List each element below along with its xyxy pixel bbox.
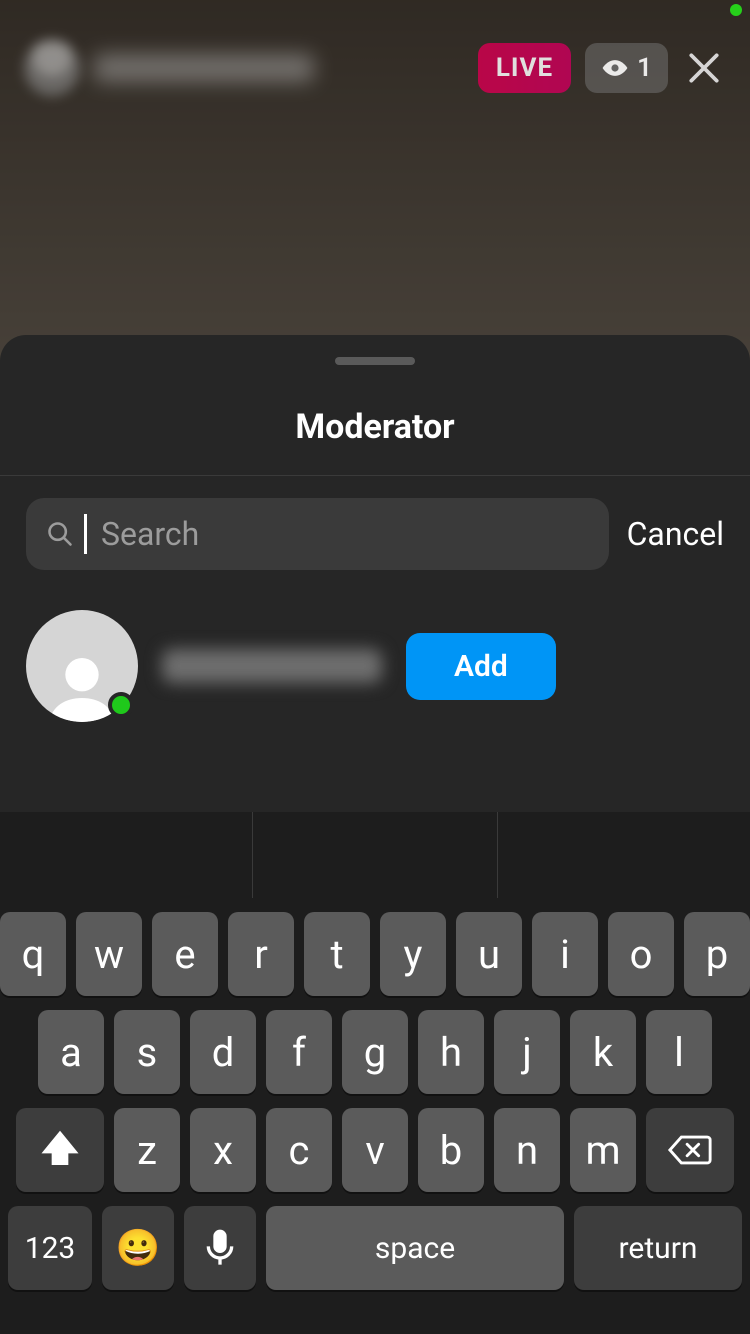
suggestion-bar	[8, 812, 742, 898]
result-username[interactable]	[162, 649, 382, 683]
eye-icon	[601, 59, 629, 77]
dictation-key[interactable]	[184, 1206, 256, 1290]
sheet-grabber[interactable]	[335, 357, 415, 365]
key-j[interactable]: j	[494, 1010, 560, 1094]
camera-indicator-dot	[730, 4, 742, 16]
search-input[interactable]	[101, 515, 589, 553]
key-p[interactable]: p	[684, 912, 750, 996]
key-i[interactable]: i	[532, 912, 598, 996]
key-o[interactable]: o	[608, 912, 674, 996]
close-icon	[685, 49, 723, 87]
key-r[interactable]: r	[228, 912, 294, 996]
suggestion-3[interactable]	[498, 812, 742, 898]
cancel-button[interactable]: Cancel	[627, 515, 724, 553]
shift-icon	[40, 1130, 80, 1170]
broadcaster-username[interactable]	[94, 54, 314, 82]
key-g[interactable]: g	[342, 1010, 408, 1094]
key-n[interactable]: n	[494, 1108, 560, 1192]
key-h[interactable]: h	[418, 1010, 484, 1094]
key-d[interactable]: d	[190, 1010, 256, 1094]
result-avatar[interactable]	[26, 610, 138, 722]
mic-icon	[200, 1228, 240, 1268]
key-f[interactable]: f	[266, 1010, 332, 1094]
key-q[interactable]: q	[0, 912, 66, 996]
text-cursor	[84, 514, 87, 554]
backspace-key[interactable]	[646, 1108, 734, 1192]
sheet-title: Moderator	[0, 407, 750, 447]
backspace-icon	[667, 1132, 713, 1168]
close-button[interactable]	[682, 46, 726, 90]
broadcaster-avatar[interactable]	[24, 40, 80, 96]
key-k[interactable]: k	[570, 1010, 636, 1094]
key-v[interactable]: v	[342, 1108, 408, 1192]
numbers-key[interactable]: 123	[8, 1206, 92, 1290]
search-box[interactable]	[26, 498, 609, 570]
online-indicator-icon	[108, 692, 134, 718]
key-l[interactable]: l	[646, 1010, 712, 1094]
add-button[interactable]: Add	[406, 633, 556, 700]
return-key[interactable]: return	[574, 1206, 742, 1290]
search-icon	[46, 520, 74, 548]
space-key[interactable]: space	[266, 1206, 564, 1290]
viewer-count-badge[interactable]: 1	[585, 43, 668, 93]
shift-key[interactable]	[16, 1108, 104, 1192]
key-t[interactable]: t	[304, 912, 370, 996]
live-badge: LIVE	[478, 43, 571, 93]
viewer-count-value: 1	[637, 53, 652, 83]
key-y[interactable]: y	[380, 912, 446, 996]
key-s[interactable]: s	[114, 1010, 180, 1094]
result-row: Add	[0, 592, 750, 740]
key-u[interactable]: u	[456, 912, 522, 996]
live-topbar: LIVE 1	[0, 36, 750, 100]
keyboard: qwertyuiop asdfghjkl zxcvbnm 123 😀 space…	[0, 812, 750, 1334]
suggestion-1[interactable]	[8, 812, 253, 898]
key-c[interactable]: c	[266, 1108, 332, 1192]
key-z[interactable]: z	[114, 1108, 180, 1192]
suggestion-2[interactable]	[253, 812, 498, 898]
emoji-key[interactable]: 😀	[102, 1206, 174, 1290]
search-row: Cancel	[0, 476, 750, 592]
key-b[interactable]: b	[418, 1108, 484, 1192]
key-m[interactable]: m	[570, 1108, 636, 1192]
key-e[interactable]: e	[152, 912, 218, 996]
live-video-background: LIVE 1 Moderator Cancel	[0, 0, 750, 1334]
key-w[interactable]: w	[76, 912, 142, 996]
key-a[interactable]: a	[38, 1010, 104, 1094]
key-x[interactable]: x	[190, 1108, 256, 1192]
